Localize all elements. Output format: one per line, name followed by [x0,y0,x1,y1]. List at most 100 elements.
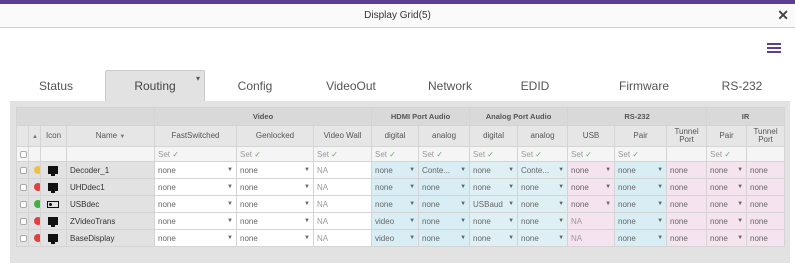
cell-ir-tun[interactable]: none [746,229,786,247]
cell-rs-pair[interactable]: none ▼ [614,195,668,213]
cell-fast[interactable]: none ▼ [154,178,237,196]
col-name[interactable]: Name ▼ [66,125,155,147]
cell-gen[interactable]: none ▼ [236,161,314,179]
tab-rs232[interactable]: RS-232 [706,70,778,101]
close-icon[interactable]: ✕ [777,8,789,22]
set-gen-button[interactable]: Set ✓ [236,146,314,162]
row-checkbox[interactable] [16,161,29,179]
col-fast-switched[interactable]: FastSwitched [154,125,237,147]
row-checkbox[interactable] [16,195,29,213]
cell-rs-pair[interactable]: none ▼ [614,212,668,230]
cell-h-ana[interactable]: none ▼ [418,229,471,247]
col-ir-tunnel[interactable]: Tunnel Port [746,125,786,147]
cell-h-dig[interactable]: none ▼ [371,195,420,213]
row-checkbox[interactable] [16,229,29,247]
table-row[interactable]: USBdec none ▼ none ▼ NA none ▼ none ▼ USBaud ▼ none ▼… [16,195,786,213]
set-fast-button[interactable]: Set ✓ [154,146,237,162]
cell-a-ana[interactable]: none ▼ [517,229,569,247]
cell-rs-pair[interactable]: none ▼ [614,178,668,196]
col-genlocked[interactable]: Genlocked [236,125,314,147]
cell-rs-tun[interactable]: none [666,161,708,179]
cell-fast[interactable]: none ▼ [154,161,237,179]
set-rs-usb-button[interactable]: Set ✓ [567,146,616,162]
cell-gen[interactable]: none ▼ [236,229,314,247]
cell-rs-tun[interactable]: none [666,178,708,196]
table-row[interactable]: BaseDisplay none ▼ none ▼ NA video ▼ none ▼ none ▼ n… [16,229,786,247]
tab-status[interactable]: Status [18,70,94,101]
col-ir-pair[interactable]: Pair [706,125,748,147]
col-analog-digital[interactable]: digital [469,125,519,147]
col-rs-pair[interactable]: Pair [614,125,668,147]
cell-h-dig[interactable]: video ▼ [371,212,420,230]
col-icon[interactable]: Icon [40,125,67,147]
cell-ir-pair[interactable]: none ▼ [706,212,748,230]
cell-h-dig[interactable]: video ▼ [371,229,420,247]
set-analog-digital-button[interactable]: Set ✓ [469,146,519,162]
set-hdmi-digital-button[interactable]: Set ✓ [371,146,420,162]
cell-fast[interactable]: none ▼ [154,195,237,213]
set-ir-pair-button[interactable]: Set ✓ [706,146,748,162]
cell-rs-tun[interactable]: none [666,229,708,247]
cell-a-ana[interactable]: none ▼ [517,212,569,230]
row-checkbox[interactable] [16,178,29,196]
tab-routing[interactable]: Routing ▾ [105,70,205,101]
cell-fast[interactable]: none ▼ [154,229,237,247]
tab-videoout[interactable]: VideoOut [308,70,394,101]
cell-fast[interactable]: none ▼ [154,212,237,230]
cell-h-dig[interactable]: none ▼ [371,178,420,196]
set-rs-pair-button[interactable]: Set ✓ [614,146,668,162]
status-dot [28,195,41,213]
chevron-down-icon: ▼ [227,218,233,224]
cell-h-dig[interactable]: none ▼ [371,161,420,179]
cell-rs-pair[interactable]: none ▼ [614,229,668,247]
cell-ir-tun[interactable]: none [746,195,786,213]
cell-a-ana[interactable]: Conte... ▼ [517,161,569,179]
set-wall-button[interactable]: Set ✓ [312,146,373,162]
cell-a-dig[interactable]: none ▼ [469,178,519,196]
cell-ir-pair[interactable]: none ▼ [706,195,748,213]
col-hdmi-digital[interactable]: digital [371,125,420,147]
cell-a-ana[interactable]: none ▼ [517,178,569,196]
cell-gen[interactable]: none ▼ [236,195,314,213]
cell-rs-tun[interactable]: none [666,195,708,213]
cell-a-dig[interactable]: none ▼ [469,229,519,247]
cell-gen[interactable]: none ▼ [236,178,314,196]
cell-a-ana[interactable]: none ▼ [517,195,569,213]
col-analog-analog[interactable]: analog [517,125,569,147]
cell-ir-pair[interactable]: none ▼ [706,229,748,247]
cell-gen[interactable]: none ▼ [236,212,314,230]
col-rs-tunnel[interactable]: Tunnel Port [666,125,708,147]
cell-ir-tun[interactable]: none [746,178,786,196]
tab-edid[interactable]: EDID [506,70,564,101]
table-row[interactable]: ZVideoTrans none ▼ none ▼ NA video ▼ none ▼ none ▼ n… [16,212,786,230]
cell-a-dig[interactable]: none ▼ [469,161,519,179]
set-analog-analog-button[interactable]: Set ✓ [517,146,569,162]
cell-h-ana[interactable]: none ▼ [418,195,471,213]
col-rs-usb[interactable]: USB [567,125,616,147]
cell-h-ana[interactable]: none ▼ [418,212,471,230]
cell-a-dig[interactable]: none ▼ [469,212,519,230]
cell-usb[interactable]: none ▼ [567,161,616,179]
col-hdmi-analog[interactable]: analog [418,125,471,147]
row-checkbox[interactable] [16,212,29,230]
tab-config[interactable]: Config [220,70,290,101]
tab-firmware[interactable]: Firmware [604,70,684,101]
cell-ir-tun[interactable]: none [746,161,786,179]
set-hdmi-analog-button[interactable]: Set ✓ [418,146,471,162]
select-all-checkbox[interactable] [16,146,29,162]
col-video-wall[interactable]: Video Wall [312,125,373,147]
cell-usb[interactable]: none ▼ [567,178,616,196]
cell-ir-tun[interactable]: none [746,212,786,230]
cell-rs-tun[interactable]: none [666,212,708,230]
tab-network[interactable]: Network [412,70,488,101]
table-row[interactable]: Decoder_1 none ▼ none ▼ NA none ▼ Conte... ▼ none ▼… [16,161,786,179]
cell-rs-pair[interactable]: none ▼ [614,161,668,179]
cell-a-dig[interactable]: USBaud ▼ [469,195,519,213]
cell-h-ana[interactable]: none ▼ [418,178,471,196]
cell-h-ana[interactable]: Conte... ▼ [418,161,471,179]
cell-ir-pair[interactable]: none ▼ [706,178,748,196]
table-row[interactable]: UHDdec1 none ▼ none ▼ NA none ▼ none ▼ none ▼ none ▼ n… [16,178,786,196]
menu-icon[interactable] [767,43,781,54]
cell-ir-pair[interactable]: none ▼ [706,161,748,179]
cell-usb[interactable]: none ▼ [567,195,616,213]
